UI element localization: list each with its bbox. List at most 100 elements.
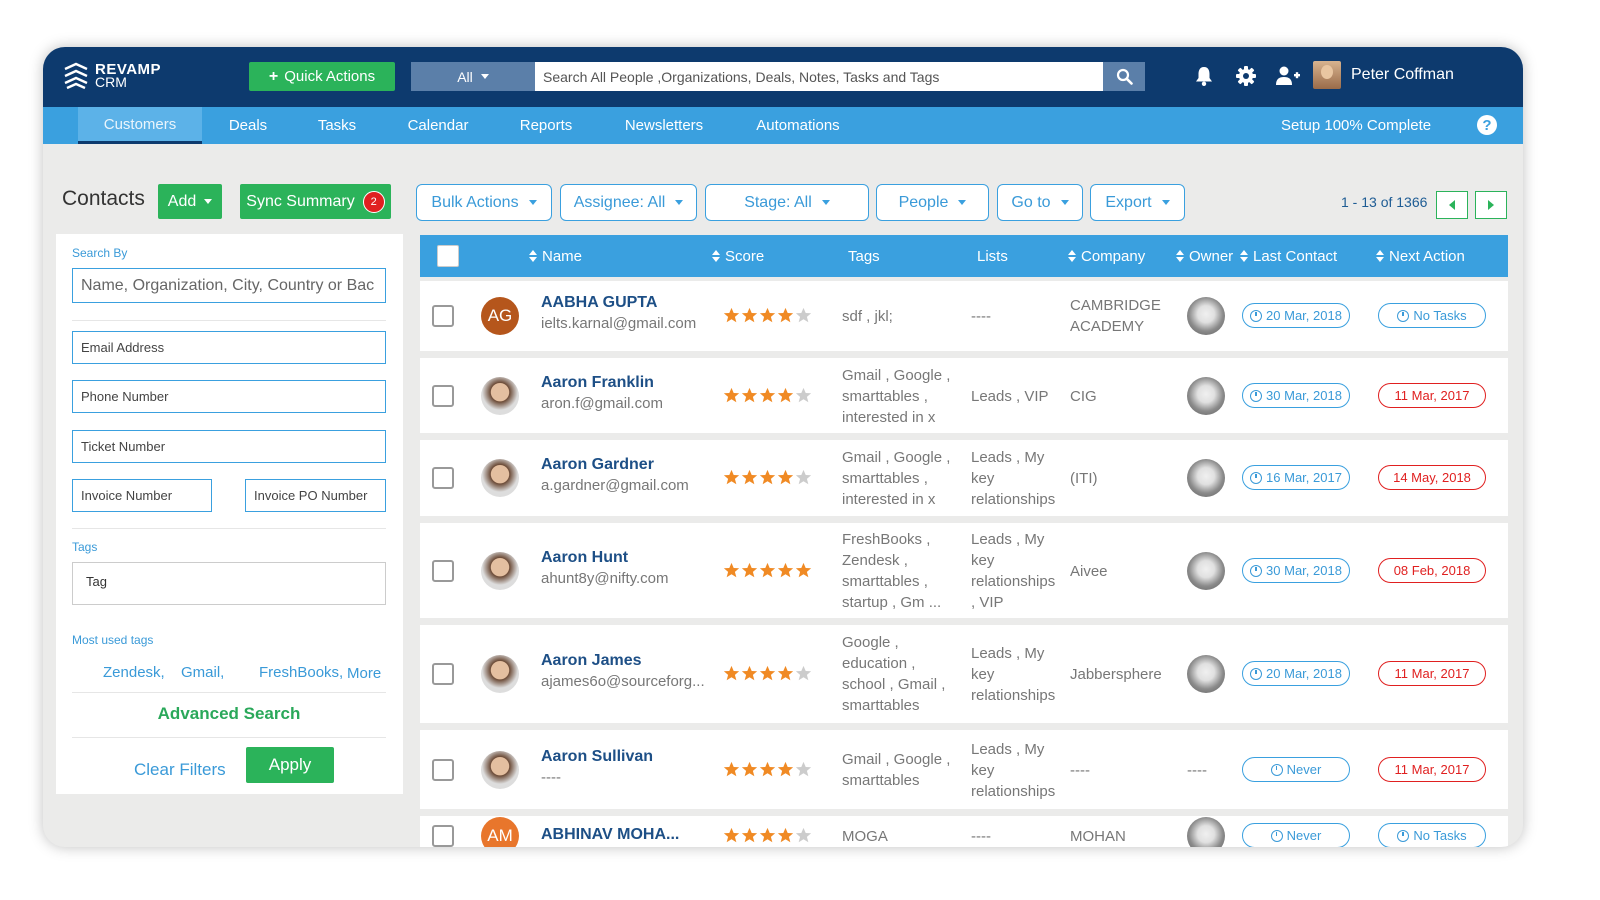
last-contact-pill[interactable]: 20 Mar, 2018 [1242,661,1350,686]
tag-input[interactable]: Tag [72,562,386,605]
next-action-text: 14 May, 2018 [1393,470,1471,485]
column-header-last-contact[interactable]: Last Contact [1240,235,1337,277]
tag-link-gmail[interactable]: Gmail, [181,664,224,681]
next-action-pill[interactable]: 14 May, 2018 [1378,465,1486,490]
user-menu[interactable]: Peter Coffman [1313,61,1454,89]
text-line: smarttables [842,772,920,789]
last-contact-pill[interactable]: Never [1242,823,1350,847]
prev-page-button[interactable] [1436,191,1468,219]
select-all-checkbox[interactable] [437,245,459,267]
next-action-pill[interactable]: 08 Feb, 2018 [1378,558,1486,583]
contact-name[interactable]: Aaron Sullivan [541,748,653,766]
next-page-button[interactable] [1475,191,1507,219]
filter-label: Stage: All [744,193,812,211]
table-row[interactable]: Aaron Hunt ahunt8y@nifty.com FreshBooks , Z… [420,523,1508,618]
last-contact-pill[interactable]: 30 Mar, 2018 [1242,558,1350,583]
column-header-name[interactable]: Name [529,235,582,277]
contact-name[interactable]: Aaron Franklin [541,374,654,392]
column-header-next-action[interactable]: Next Action [1376,235,1465,277]
logo[interactable]: REVAMP CRM [61,59,181,93]
last-contact-pill[interactable]: 16 Mar, 2017 [1242,465,1350,490]
contact-name[interactable]: Aaron Hunt [541,549,628,567]
search-input[interactable] [535,62,1103,91]
last-contact-pill[interactable]: Never [1242,757,1350,782]
contact-name[interactable]: AABHA GUPTA [541,294,657,312]
bulk-actions-dropdown[interactable]: Bulk Actions [416,184,552,221]
nav-tasks[interactable]: Tasks [303,107,371,144]
notifications-button[interactable] [1191,63,1217,89]
setup-status[interactable]: Setup 100% Complete [1281,107,1431,144]
next-action-pill[interactable]: No Tasks [1378,303,1486,328]
column-header-company[interactable]: Company [1068,235,1145,277]
nav-reports[interactable]: Reports [508,107,584,144]
search-button[interactable] [1103,62,1145,91]
last-contact-pill[interactable]: 20 Mar, 2018 [1242,303,1350,328]
owner-avatar[interactable] [1187,655,1225,693]
name-search-input[interactable] [72,268,386,303]
row-checkbox[interactable] [432,560,454,582]
ticket-field[interactable] [72,430,386,463]
help-icon[interactable]: ? [1477,115,1497,135]
table-row[interactable]: Aaron James ajames6o@sourceforg... Google … [420,625,1508,723]
nav-calendar[interactable]: Calendar [398,107,478,144]
more-tags-link[interactable]: More [347,665,381,682]
row-checkbox[interactable] [432,663,454,685]
nav-deals[interactable]: Deals [213,107,283,144]
divider [72,528,386,529]
contact-name[interactable]: Aaron James [541,652,642,670]
table-row[interactable]: AM ABHINAV MOHA... MOGA ---- MOHAN Never No Ta… [420,816,1508,847]
lists-cell: ---- [971,306,991,327]
clear-filters-link[interactable]: Clear Filters [134,760,226,780]
row-checkbox[interactable] [432,759,454,781]
email-field[interactable] [72,331,386,364]
row-checkbox[interactable] [432,825,454,847]
column-header-owner[interactable]: Owner [1176,235,1233,277]
owner-avatar[interactable] [1187,459,1225,497]
settings-button[interactable] [1233,63,1259,89]
text-line: smarttables , [842,469,928,487]
assignee-dropdown[interactable]: Assignee: All [560,184,697,221]
invoice-field[interactable] [72,479,212,512]
people-dropdown[interactable]: People [876,184,989,221]
export-dropdown[interactable]: Export [1090,184,1185,221]
invoice-po-field[interactable] [245,479,386,512]
add-user-button[interactable] [1275,63,1301,89]
owner-avatar[interactable] [1187,552,1225,590]
sync-summary-button[interactable]: Sync Summary 2 [240,184,391,219]
next-action-pill[interactable]: 11 Mar, 2017 [1378,661,1486,686]
star-icon [741,562,758,578]
quick-actions-button[interactable]: + Quick Actions [249,62,395,91]
row-checkbox[interactable] [432,305,454,327]
advanced-search-link[interactable]: Advanced Search [72,704,386,724]
owner-avatar[interactable] [1187,297,1225,335]
row-checkbox[interactable] [432,385,454,407]
next-action-pill[interactable]: 11 Mar, 2017 [1378,757,1486,782]
avatar [1313,61,1341,89]
table-row[interactable]: Aaron Franklin aron.f@gmail.com Gmail , Go… [420,358,1508,433]
nav-automations[interactable]: Automations [745,107,851,144]
chevron-right-icon [1488,200,1494,210]
contact-name[interactable]: ABHINAV MOHA... [541,826,679,844]
star-icon [759,761,776,777]
phone-field[interactable] [72,380,386,413]
tag-link-freshbooks[interactable]: FreshBooks, [259,664,343,681]
search-scope-dropdown[interactable]: All [411,62,535,91]
table-row[interactable]: AG AABHA GUPTA ielts.karnal@gmail.com sdf ,… [420,281,1508,351]
apply-button[interactable]: Apply [246,747,334,783]
contact-name[interactable]: Aaron Gardner [541,456,654,474]
table-row[interactable]: Aaron Gardner a.gardner@gmail.com Gmail , … [420,440,1508,516]
last-contact-pill[interactable]: 30 Mar, 2018 [1242,383,1350,408]
row-checkbox[interactable] [432,467,454,489]
table-row[interactable]: Aaron Sullivan ---- Gmail , Google , smartt… [420,730,1508,809]
add-button[interactable]: Add [158,184,222,219]
nav-newsletters[interactable]: Newsletters [613,107,715,144]
owner-avatar[interactable] [1187,377,1225,415]
tag-link-zendesk[interactable]: Zendesk, [103,664,165,681]
next-action-pill[interactable]: 11 Mar, 2017 [1378,383,1486,408]
next-action-pill[interactable]: No Tasks [1378,823,1486,847]
nav-customers[interactable]: Customers [78,107,202,144]
column-header-score[interactable]: Score [712,235,764,277]
goto-dropdown[interactable]: Go to [997,184,1083,221]
stage-dropdown[interactable]: Stage: All [705,184,869,221]
owner-avatar[interactable] [1187,817,1225,847]
